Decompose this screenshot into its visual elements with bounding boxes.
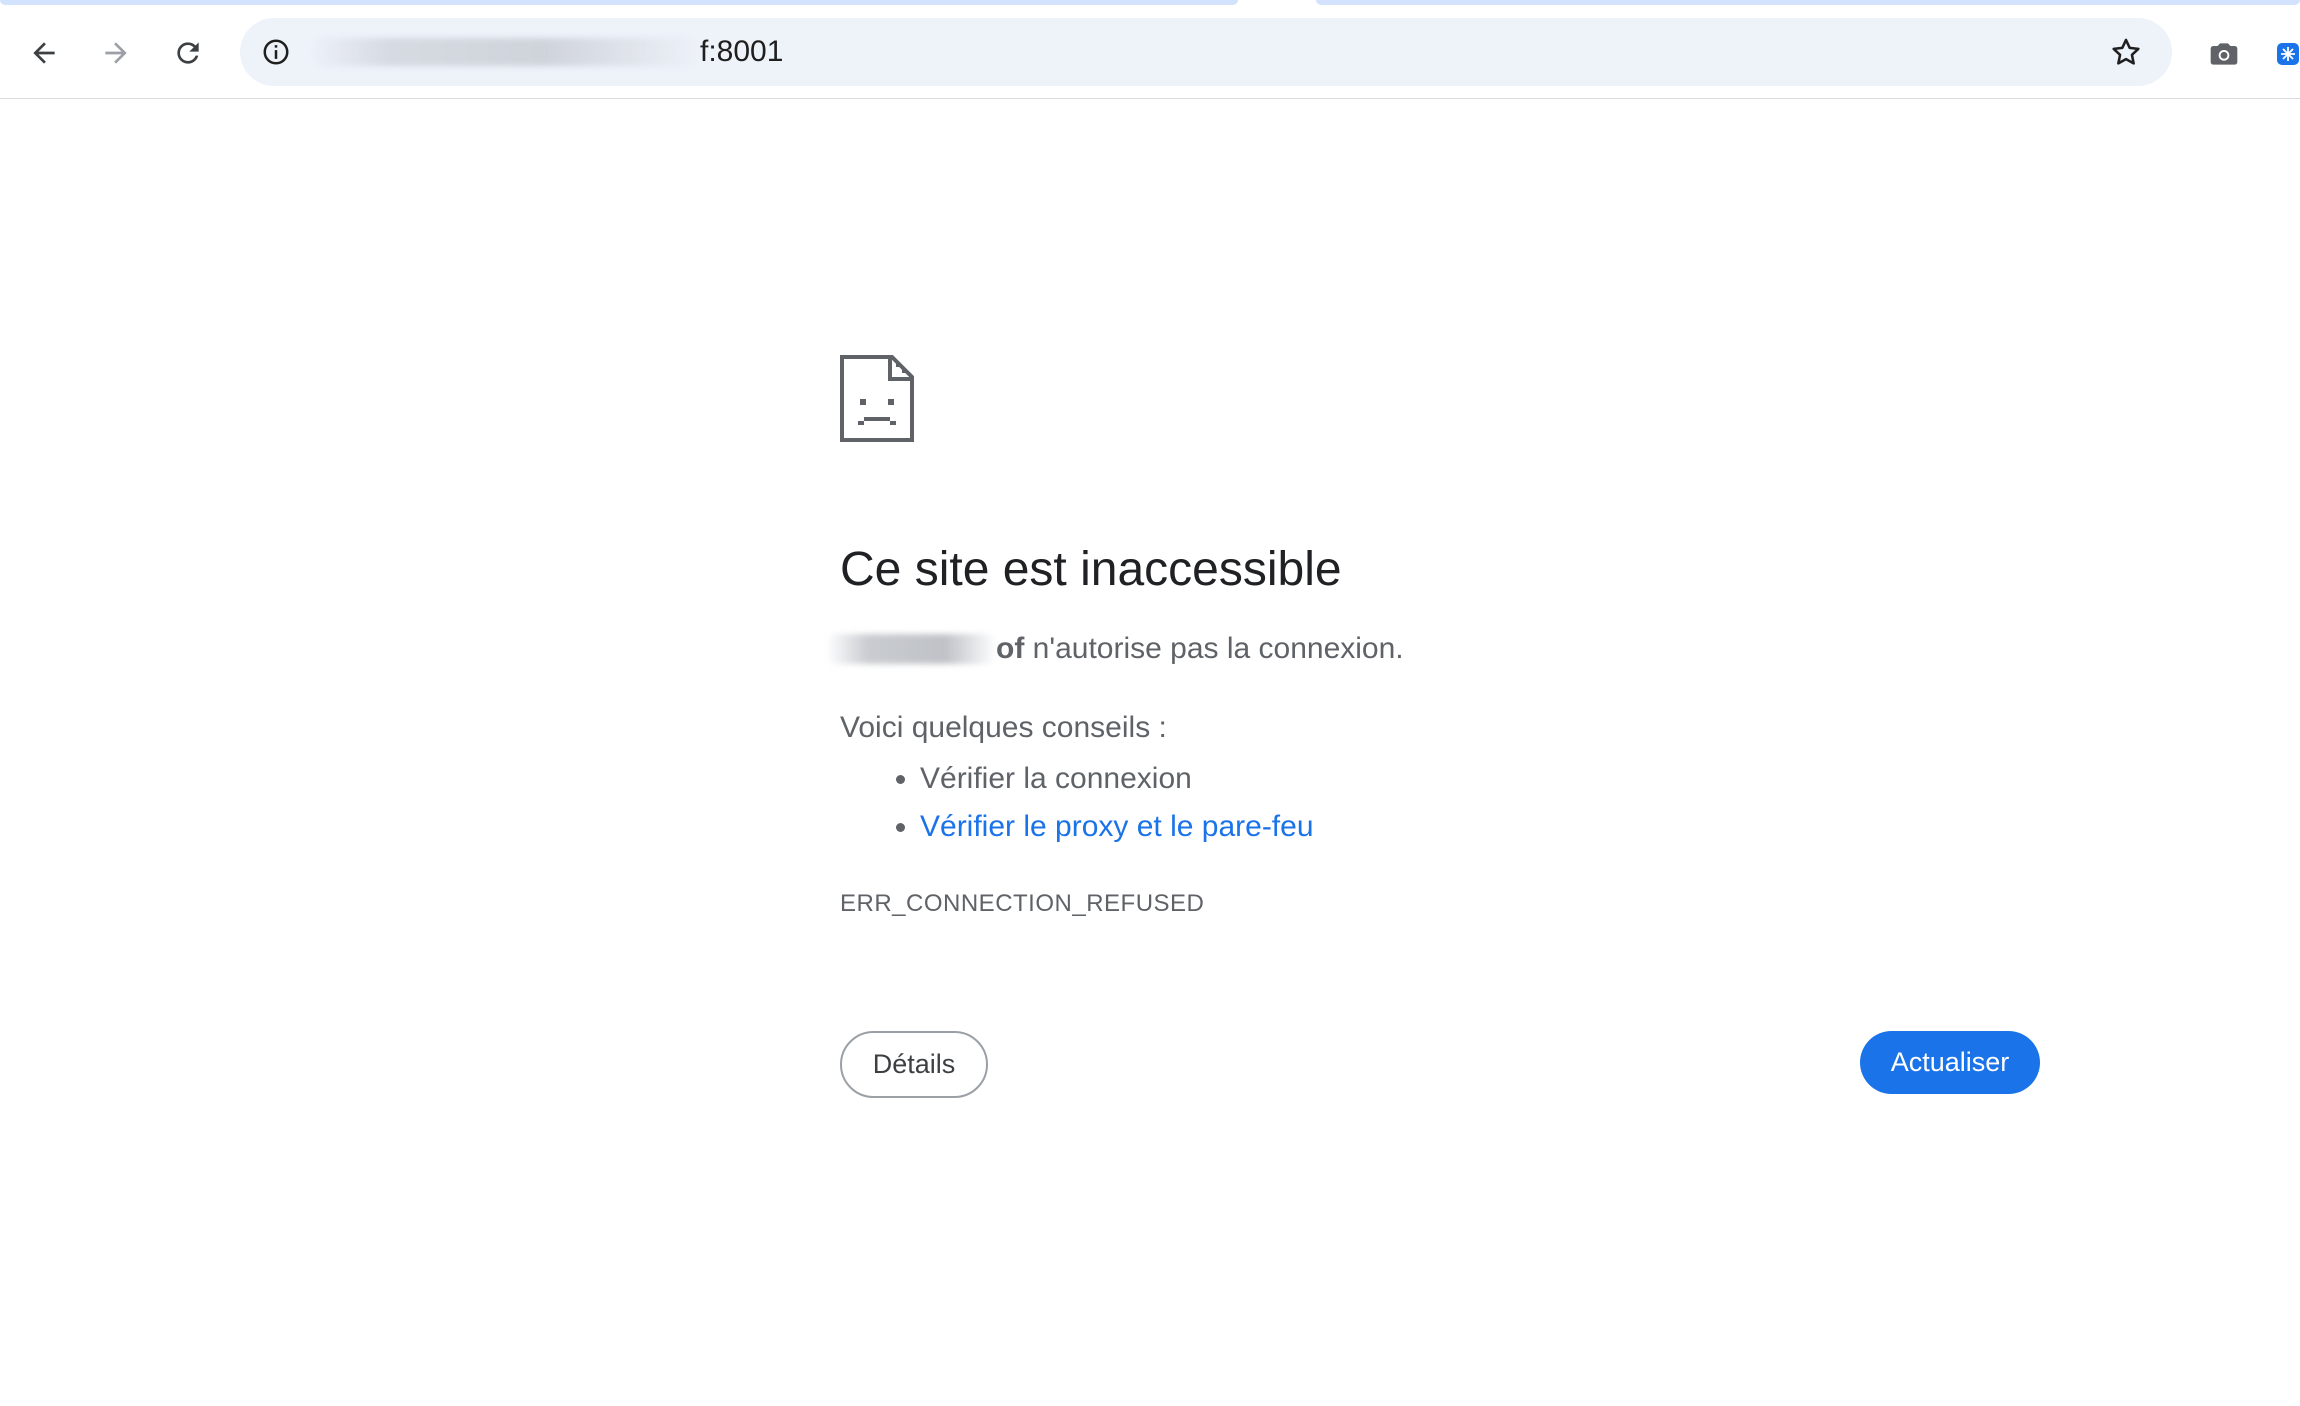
extension-button[interactable] — [2276, 34, 2300, 74]
arrow-left-icon — [33, 42, 55, 64]
tip-label: Vérifier la connexion — [920, 762, 1192, 795]
site-info-button[interactable] — [258, 34, 294, 70]
reload-button[interactable] — [160, 25, 216, 81]
url-redacted — [310, 38, 700, 66]
sad-document-icon — [840, 355, 914, 442]
tip-check-connection: Vérifier la connexion — [920, 755, 1314, 803]
url-text[interactable]: f:8001 — [700, 33, 783, 71]
browser-toolbar: f:8001 — [0, 8, 2300, 99]
arrow-right-icon — [105, 42, 127, 64]
bookmark-button[interactable] — [2106, 32, 2146, 72]
forward-button[interactable] — [88, 25, 144, 81]
tab-right[interactable] — [1316, 0, 2300, 5]
reload-icon — [177, 42, 199, 64]
error-description: of n'autorise pas la connexion. — [826, 629, 1404, 669]
info-icon — [263, 39, 289, 65]
tips-title: Voici quelques conseils : — [840, 711, 1167, 744]
tab-left[interactable] — [0, 0, 1238, 5]
host-name: of — [996, 632, 1025, 665]
description-text: n'autorise pas la connexion. — [1024, 632, 1404, 665]
back-button[interactable] — [16, 25, 72, 81]
details-button[interactable]: Détails — [840, 1031, 988, 1098]
address-bar[interactable]: f:8001 — [240, 18, 2172, 86]
camera-icon — [2210, 43, 2238, 65]
screenshot-button[interactable] — [2204, 34, 2244, 74]
error-code: ERR_CONNECTION_REFUSED — [840, 890, 1205, 917]
page-title: Ce site est inaccessible — [840, 543, 1342, 596]
tab-strip — [0, 0, 2300, 8]
tips-list: Vérifier la connexion Vérifier le proxy … — [840, 755, 1314, 851]
star-icon — [2112, 38, 2140, 65]
host-redacted — [826, 634, 996, 664]
proxy-firewall-link[interactable]: Vérifier le proxy et le pare-feu — [920, 810, 1314, 843]
tip-check-proxy-firewall[interactable]: Vérifier le proxy et le pare-feu — [920, 803, 1314, 851]
reload-page-button[interactable]: Actualiser — [1860, 1031, 2040, 1094]
extension-icon — [2277, 43, 2299, 65]
